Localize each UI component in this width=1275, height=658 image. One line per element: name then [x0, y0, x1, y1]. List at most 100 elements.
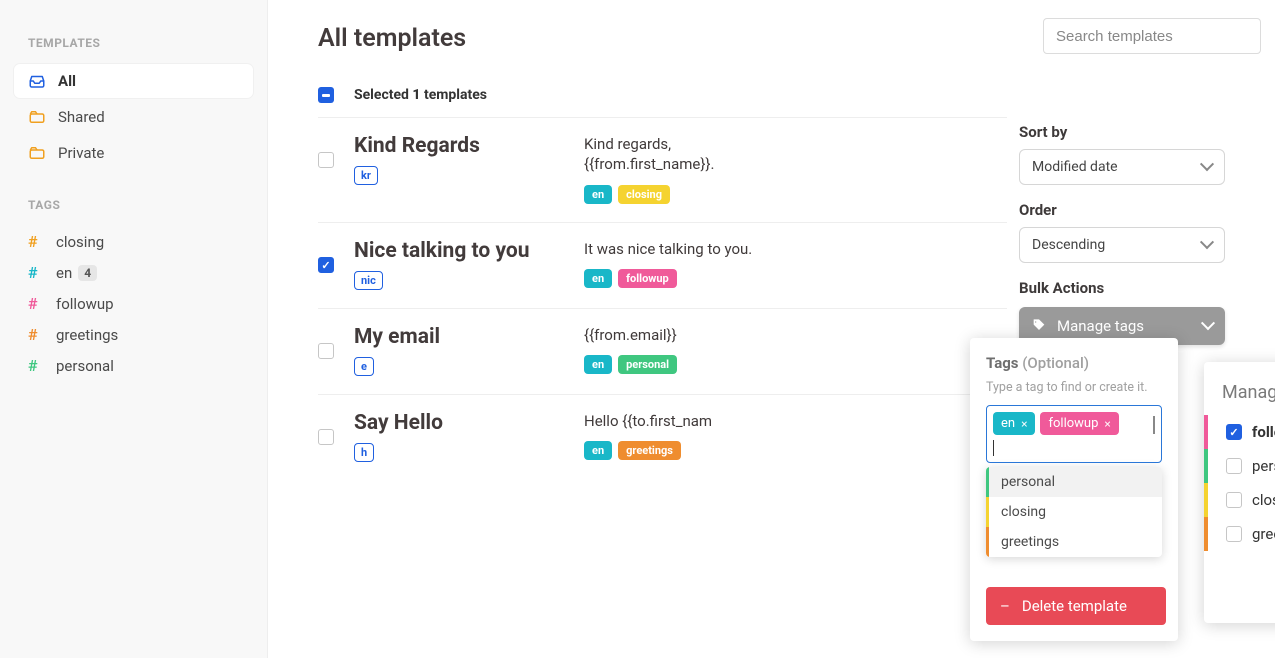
sidebar-item-shared[interactable]: Shared — [14, 100, 253, 134]
main: All templates Selected 1 templates Kind … — [268, 0, 1275, 658]
manage-tag-label: greetings — [1252, 525, 1275, 543]
search-input[interactable] — [1043, 18, 1261, 54]
tag-greetings[interactable]: # greetings — [14, 319, 253, 350]
tags-popover-help: Type a tag to find or create it. — [986, 380, 1162, 395]
template-body: Kind regards, {{from.first_name}}. — [584, 134, 1007, 175]
selected-text: Selected 1 templates — [354, 87, 487, 103]
order-label: Order — [1019, 201, 1225, 219]
tag-pill-en[interactable]: en× — [993, 412, 1035, 435]
sidebar-item-label: All — [58, 72, 76, 90]
template-tags: en followup — [584, 269, 1007, 288]
hash-icon: # — [28, 232, 44, 251]
manage-tags-label: Manage tags — [1057, 317, 1144, 335]
chevron-down-icon — [1200, 235, 1214, 249]
shortcut-badge: e — [354, 357, 374, 376]
sidebar: Templates All Shared Private Tags # clos… — [0, 0, 268, 658]
manage-tag-label: personal — [1252, 457, 1275, 475]
template-title: Say Hello — [354, 411, 564, 435]
tag-label: greetings — [56, 326, 118, 344]
sidebar-item-label: Shared — [58, 108, 105, 126]
template-title: My email — [354, 325, 564, 349]
templates-list: Selected 1 templates Kind Regards kr Kin… — [318, 77, 1007, 480]
sort-by-select[interactable]: Modified date — [1019, 149, 1225, 185]
tag-label: personal — [56, 357, 114, 375]
order-select[interactable]: Descending — [1019, 227, 1225, 263]
tags-dropdown: personal closing greetings — [986, 467, 1162, 557]
template-body: It was nice talking to you. — [584, 239, 1007, 259]
remove-tag-icon[interactable]: × — [1021, 417, 1027, 431]
shortcut-badge: kr — [354, 166, 378, 185]
tag-count: 4 — [78, 265, 97, 281]
chevron-down-icon — [1200, 157, 1214, 171]
chevron-down-icon[interactable] — [1153, 416, 1155, 434]
tag-chip-en[interactable]: en — [584, 355, 612, 374]
order-value: Descending — [1032, 237, 1105, 253]
chevron-down-icon — [1201, 316, 1215, 330]
bulk-actions-label: Bulk Actions — [1019, 279, 1225, 297]
sidebar-item-private[interactable]: Private — [14, 136, 253, 170]
private-folder-icon — [28, 144, 46, 162]
manage-tag-row-followup[interactable]: followup — [1204, 415, 1275, 449]
dropdown-item-personal[interactable]: personal — [986, 467, 1162, 497]
tag-icon — [1031, 318, 1047, 334]
sort-by-value: Modified date — [1032, 159, 1118, 175]
shortcut-badge: nic — [354, 271, 383, 290]
manage-tag-row-greetings[interactable]: greetings — [1204, 517, 1275, 551]
tag-personal[interactable]: # personal — [14, 350, 253, 381]
tags-section: Tags # closing # en 4 # followup # greet… — [14, 188, 253, 381]
tag-pill-followup[interactable]: followup× — [1040, 412, 1118, 435]
manage-tag-checkbox[interactable] — [1226, 492, 1242, 508]
tag-chip-followup[interactable]: followup — [618, 269, 677, 288]
manage-tag-row-personal[interactable]: personal — [1204, 449, 1275, 483]
template-row[interactable]: Nice talking to you nic It was nice talk… — [318, 223, 1007, 309]
manage-tags-panel: Manage tags followup personal closing gr… — [1204, 362, 1275, 623]
sort-by-label: Sort by — [1019, 123, 1225, 141]
select-all-checkbox[interactable] — [318, 87, 334, 103]
tags-input[interactable]: en× followup× — [986, 405, 1162, 463]
dropdown-item-greetings[interactable]: greetings — [986, 527, 1162, 557]
row-checkbox[interactable] — [318, 152, 334, 168]
tag-label: en — [56, 264, 72, 282]
tag-chip-personal[interactable]: personal — [618, 355, 677, 374]
manage-tags-list: followup personal closing greetings — [1204, 415, 1275, 551]
hash-icon: # — [28, 325, 44, 344]
tag-chip-closing[interactable]: closing — [618, 185, 670, 204]
template-tags: en personal — [584, 355, 1007, 374]
manage-tag-checkbox[interactable] — [1226, 424, 1242, 440]
tag-chip-en[interactable]: en — [584, 269, 612, 288]
manage-tag-checkbox[interactable] — [1226, 526, 1242, 542]
remove-tag-icon[interactable]: × — [1104, 417, 1110, 431]
manage-tag-checkbox[interactable] — [1226, 458, 1242, 474]
template-row[interactable]: Kind Regards kr Kind regards, {{from.fir… — [318, 118, 1007, 223]
selected-bar: Selected 1 templates — [318, 77, 1007, 117]
shared-folder-icon — [28, 108, 46, 126]
tag-chip-en[interactable]: en — [584, 441, 612, 460]
tag-en[interactable]: # en 4 — [14, 257, 253, 288]
row-checkbox[interactable] — [318, 343, 334, 359]
tag-closing[interactable]: # closing — [14, 226, 253, 257]
shortcut-badge: h — [354, 443, 374, 462]
minus-icon: – — [1000, 597, 1010, 615]
delete-template-button[interactable]: – Delete template — [986, 587, 1166, 625]
templates-section-label: Templates — [14, 26, 253, 60]
hash-icon: # — [28, 356, 44, 375]
tag-followup[interactable]: # followup — [14, 288, 253, 319]
row-checkbox[interactable] — [318, 257, 334, 273]
dropdown-item-closing[interactable]: closing — [986, 497, 1162, 527]
tag-label: closing — [56, 233, 104, 251]
tag-chip-en[interactable]: en — [584, 185, 612, 204]
row-checkbox[interactable] — [318, 429, 334, 445]
sidebar-item-all[interactable]: All — [14, 64, 253, 98]
hash-icon: # — [28, 294, 44, 313]
tags-popover-title: Tags (Optional) — [986, 354, 1162, 372]
tags-popover: Tags (Optional) Type a tag to find or cr… — [970, 338, 1178, 641]
template-row[interactable]: Say Hello h Hello {{to.first_nam en gree… — [318, 395, 1007, 480]
manage-tag-label: followup — [1252, 423, 1275, 441]
manage-tag-row-closing[interactable]: closing — [1204, 483, 1275, 517]
text-cursor — [993, 440, 994, 456]
sidebar-item-label: Private — [58, 144, 104, 162]
tag-chip-greetings[interactable]: greetings — [618, 441, 681, 460]
template-row[interactable]: My email e {{from.email}} en personal — [318, 309, 1007, 395]
manage-panel-title: Manage tags — [1204, 382, 1275, 403]
tag-label: followup — [56, 295, 114, 313]
